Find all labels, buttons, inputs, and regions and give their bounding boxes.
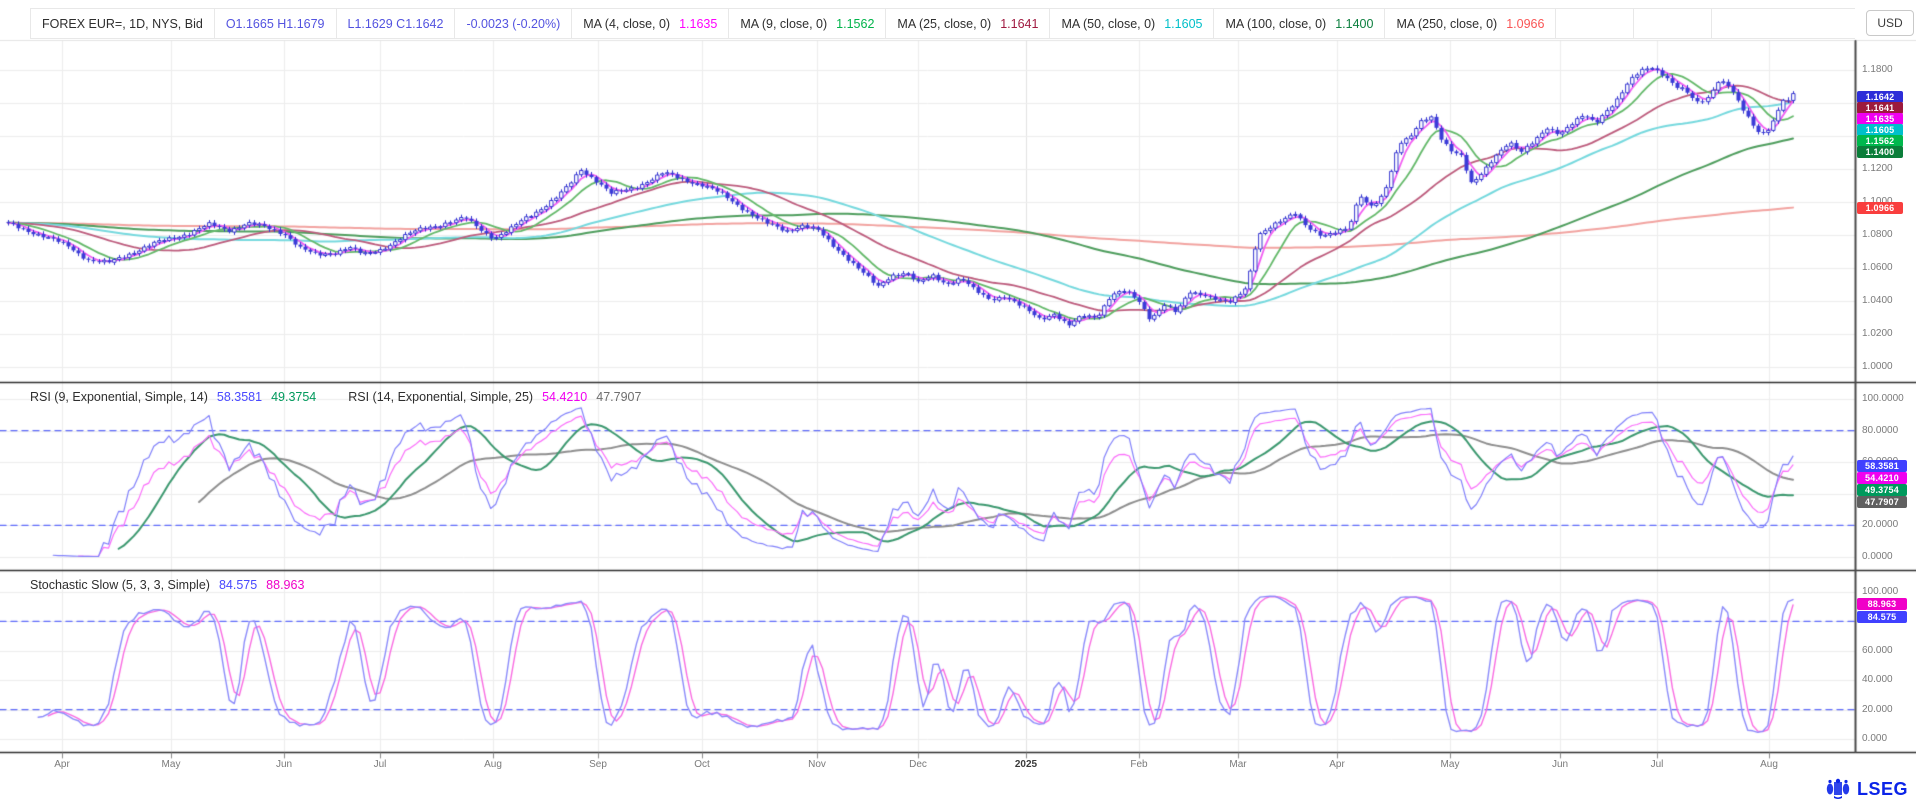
rsi9-smooth-value: 49.3754 [271,390,316,404]
stochastic-legend[interactable]: Stochastic Slow (5, 3, 3, Simple) 84.575… [30,578,304,592]
ma-50-value: 1.1605 [1164,17,1202,31]
quote-open-high: O1.1665 H1.1679 [226,17,325,31]
rsi14-smooth-value: 47.7907 [596,390,641,404]
rsi14-label: RSI (14, Exponential, Simple, 25) [348,390,533,404]
legend-ma-9[interactable]: MA (9, close, 0) 1.1562 [729,9,886,38]
currency-selector-label: USD [1877,16,1902,30]
legend-ma-4[interactable]: MA (4, close, 0) 1.1635 [572,9,729,38]
legend-ma-250[interactable]: MA (250, close, 0) 1.0966 [1385,9,1556,38]
quote-change-cell[interactable]: -0.0023 (-0.20%) [455,9,572,38]
ma-250-label: MA (250, close, 0) [1396,17,1497,31]
currency-selector-button[interactable]: USD [1866,10,1914,36]
legend-spacer [1634,9,1712,38]
stochastic-k-value: 84.575 [219,578,257,592]
ma-9-label: MA (9, close, 0) [740,17,827,31]
ma-100-label: MA (100, close, 0) [1225,17,1326,31]
ma-25-value: 1.1641 [1000,17,1038,31]
lseg-logo-text: LSEG [1857,779,1908,800]
legend-filler [1712,9,1855,38]
legend-ma-50[interactable]: MA (50, close, 0) 1.1605 [1050,9,1214,38]
legend-spacer [1556,9,1634,38]
quote-change: -0.0023 (-0.20%) [466,17,560,31]
instrument-title: FOREX EUR=, 1D, NYS, Bid [42,17,203,31]
legend-ma-100[interactable]: MA (100, close, 0) 1.1400 [1214,9,1385,38]
lseg-crest-icon [1825,778,1851,800]
quote-open-high-cell[interactable]: O1.1665 H1.1679 [215,9,337,38]
quote-low-close: L1.1629 C1.1642 [348,17,444,31]
ma-9-value: 1.1562 [836,17,874,31]
quote-low-close-cell[interactable]: L1.1629 C1.1642 [337,9,456,38]
ma-250-value: 1.0966 [1506,17,1544,31]
legend-ma-25[interactable]: MA (25, close, 0) 1.1641 [886,9,1050,38]
stochastic-d-value: 88.963 [266,578,304,592]
instrument-title-cell[interactable]: FOREX EUR=, 1D, NYS, Bid [30,9,215,38]
stochastic-label: Stochastic Slow (5, 3, 3, Simple) [30,578,210,592]
rsi-legend[interactable]: RSI (9, Exponential, Simple, 14) 58.3581… [30,390,641,404]
rsi14-value: 54.4210 [542,390,587,404]
ma-4-label: MA (4, close, 0) [583,17,670,31]
instrument-legend-bar: FOREX EUR=, 1D, NYS, Bid O1.1665 H1.1679… [30,8,1855,39]
lseg-logo: LSEG [1825,778,1908,800]
ma-100-value: 1.1400 [1335,17,1373,31]
ma-4-value: 1.1635 [679,17,717,31]
chart-window: FOREX EUR=, 1D, NYS, Bid O1.1665 H1.1679… [0,0,1916,803]
ma-25-label: MA (25, close, 0) [897,17,991,31]
ma-50-label: MA (50, close, 0) [1061,17,1155,31]
rsi9-value: 58.3581 [217,390,262,404]
rsi9-label: RSI (9, Exponential, Simple, 14) [30,390,208,404]
